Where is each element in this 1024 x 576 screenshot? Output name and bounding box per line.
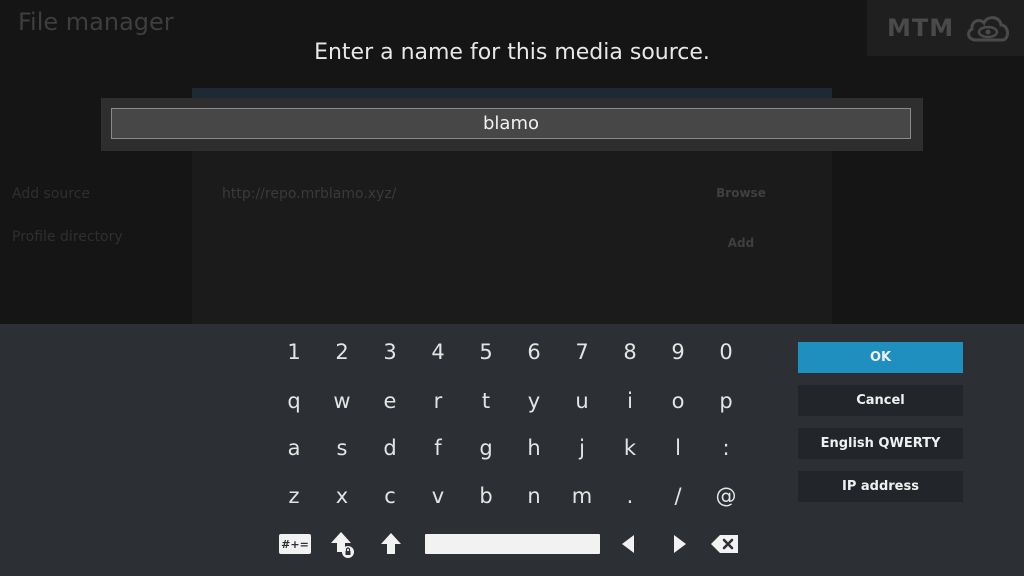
key-5[interactable]: 5 [466, 334, 506, 370]
key-3[interactable]: 3 [370, 334, 410, 370]
backspace-icon [711, 535, 738, 553]
background-title: File manager [18, 8, 174, 36]
key-2[interactable]: 2 [322, 334, 362, 370]
key-k[interactable]: k [610, 430, 650, 466]
key-u[interactable]: u [562, 383, 602, 419]
backspace-key[interactable] [710, 533, 740, 555]
key-8[interactable]: 8 [610, 334, 650, 370]
key-colon[interactable]: : [706, 430, 746, 466]
key-4[interactable]: 4 [418, 334, 458, 370]
key-a[interactable]: a [274, 430, 314, 466]
space-bar-key[interactable] [425, 534, 600, 554]
background-add-button: Add [727, 236, 755, 250]
key-9[interactable]: 9 [658, 334, 698, 370]
key-v[interactable]: v [418, 478, 458, 514]
key-n[interactable]: n [514, 478, 554, 514]
key-c[interactable]: c [370, 478, 410, 514]
key-b[interactable]: b [466, 478, 506, 514]
source-name-input[interactable]: blamo [111, 108, 911, 139]
key-x[interactable]: x [322, 478, 362, 514]
key-g[interactable]: g [466, 430, 506, 466]
key-slash[interactable]: / [658, 478, 698, 514]
key-o[interactable]: o [658, 383, 698, 419]
key-z[interactable]: z [274, 478, 314, 514]
key-h[interactable]: h [514, 430, 554, 466]
symbols-key[interactable]: #+= [279, 534, 311, 554]
triangle-right-icon [674, 535, 686, 553]
background-sidebar-item: Add source [12, 186, 91, 202]
key-0[interactable]: 0 [706, 334, 746, 370]
ip-address-button[interactable]: IP address [798, 471, 963, 502]
key-t[interactable]: t [466, 383, 506, 419]
background-browse-button: Browse [716, 186, 766, 200]
key-s[interactable]: s [322, 430, 362, 466]
cursor-right-key[interactable] [672, 533, 688, 555]
key-at[interactable]: @ [706, 478, 746, 514]
key-y[interactable]: y [514, 383, 554, 419]
cursor-left-key[interactable] [620, 533, 636, 555]
key-6[interactable]: 6 [514, 334, 554, 370]
key-1[interactable]: 1 [274, 334, 314, 370]
key-j[interactable]: j [562, 430, 602, 466]
key-p[interactable]: p [706, 383, 746, 419]
key-d[interactable]: d [370, 430, 410, 466]
key-q[interactable]: q [274, 383, 314, 419]
background-source-url: http://repo.mrblamo.xyz/ [222, 186, 397, 202]
shift-key[interactable] [380, 532, 402, 556]
logo-text: MTM [887, 14, 955, 42]
key-m[interactable]: m [562, 478, 602, 514]
key-7[interactable]: 7 [562, 334, 602, 370]
symbols-key-label: #+= [281, 537, 309, 551]
shift-arrow-icon [381, 533, 401, 554]
caps-lock-icon [331, 532, 354, 558]
cancel-button[interactable]: Cancel [798, 385, 963, 416]
key-r[interactable]: r [418, 383, 458, 419]
key-period[interactable]: . [610, 478, 650, 514]
key-w[interactable]: w [322, 383, 362, 419]
key-e[interactable]: e [370, 383, 410, 419]
ok-button[interactable]: OK [798, 342, 963, 373]
dialog-heading: Enter a name for this media source. [314, 40, 710, 65]
key-f[interactable]: f [418, 430, 458, 466]
key-l[interactable]: l [658, 430, 698, 466]
caps-lock-key[interactable] [330, 530, 356, 560]
background-sidebar-item: Profile directory [12, 229, 123, 245]
keyboard-layout-button[interactable]: English QWERTY [798, 428, 963, 459]
key-i[interactable]: i [610, 383, 650, 419]
triangle-left-icon [622, 535, 634, 553]
